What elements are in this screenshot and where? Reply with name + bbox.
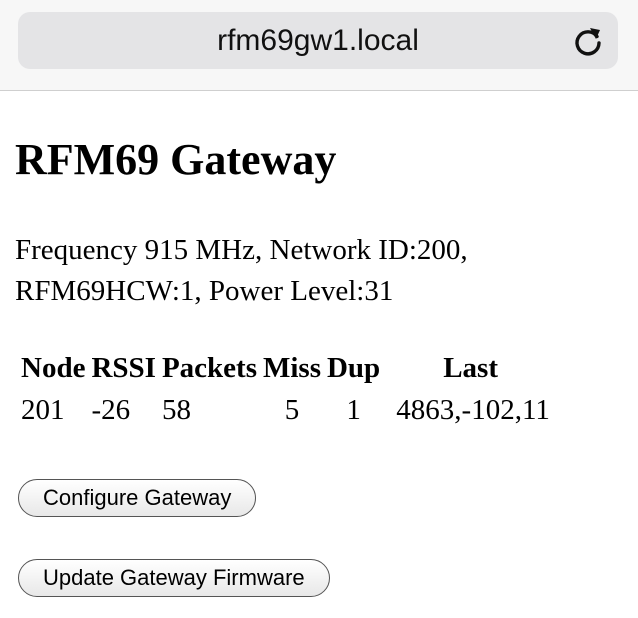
table-row: 201 -26 58 5 1 4863,-102,11 xyxy=(18,389,558,431)
configure-gateway-button[interactable]: Configure Gateway xyxy=(18,479,257,517)
gateway-info-line-1: Frequency 915 MHz, Network ID:200, xyxy=(15,234,468,266)
cell-miss: 5 xyxy=(284,393,300,426)
column-header-rssi: RSSI xyxy=(91,351,156,384)
browser-toolbar: rfm69gw1.local xyxy=(0,0,638,91)
table-header-row: Node RSSI Packets Miss Dup Last xyxy=(18,347,558,389)
update-firmware-button[interactable]: Update Gateway Firmware xyxy=(18,559,330,597)
gateway-info: Frequency 915 MHz, Network ID:200, RFM69… xyxy=(15,230,468,312)
cell-packets: 58 xyxy=(161,393,191,426)
node-table: Node RSSI Packets Miss Dup Last 201 -26 … xyxy=(18,347,558,431)
cell-dup: 1 xyxy=(346,393,361,426)
cell-last: 4863,-102,11 xyxy=(396,393,550,426)
cell-node: 201 xyxy=(21,393,65,426)
cell-rssi: -26 xyxy=(91,393,131,426)
page-title: RFM69 Gateway xyxy=(15,135,337,184)
column-header-node: Node xyxy=(21,351,86,384)
reload-icon[interactable] xyxy=(571,24,605,58)
column-header-miss: Miss xyxy=(262,351,321,384)
address-bar[interactable]: rfm69gw1.local xyxy=(18,12,618,69)
column-header-packets: Packets xyxy=(161,351,257,384)
column-header-dup: Dup xyxy=(326,351,381,384)
column-header-last: Last xyxy=(443,351,498,384)
gateway-info-line-2: RFM69HCW:1, Power Level:31 xyxy=(15,275,394,307)
address-bar-url[interactable]: rfm69gw1.local xyxy=(18,24,618,58)
